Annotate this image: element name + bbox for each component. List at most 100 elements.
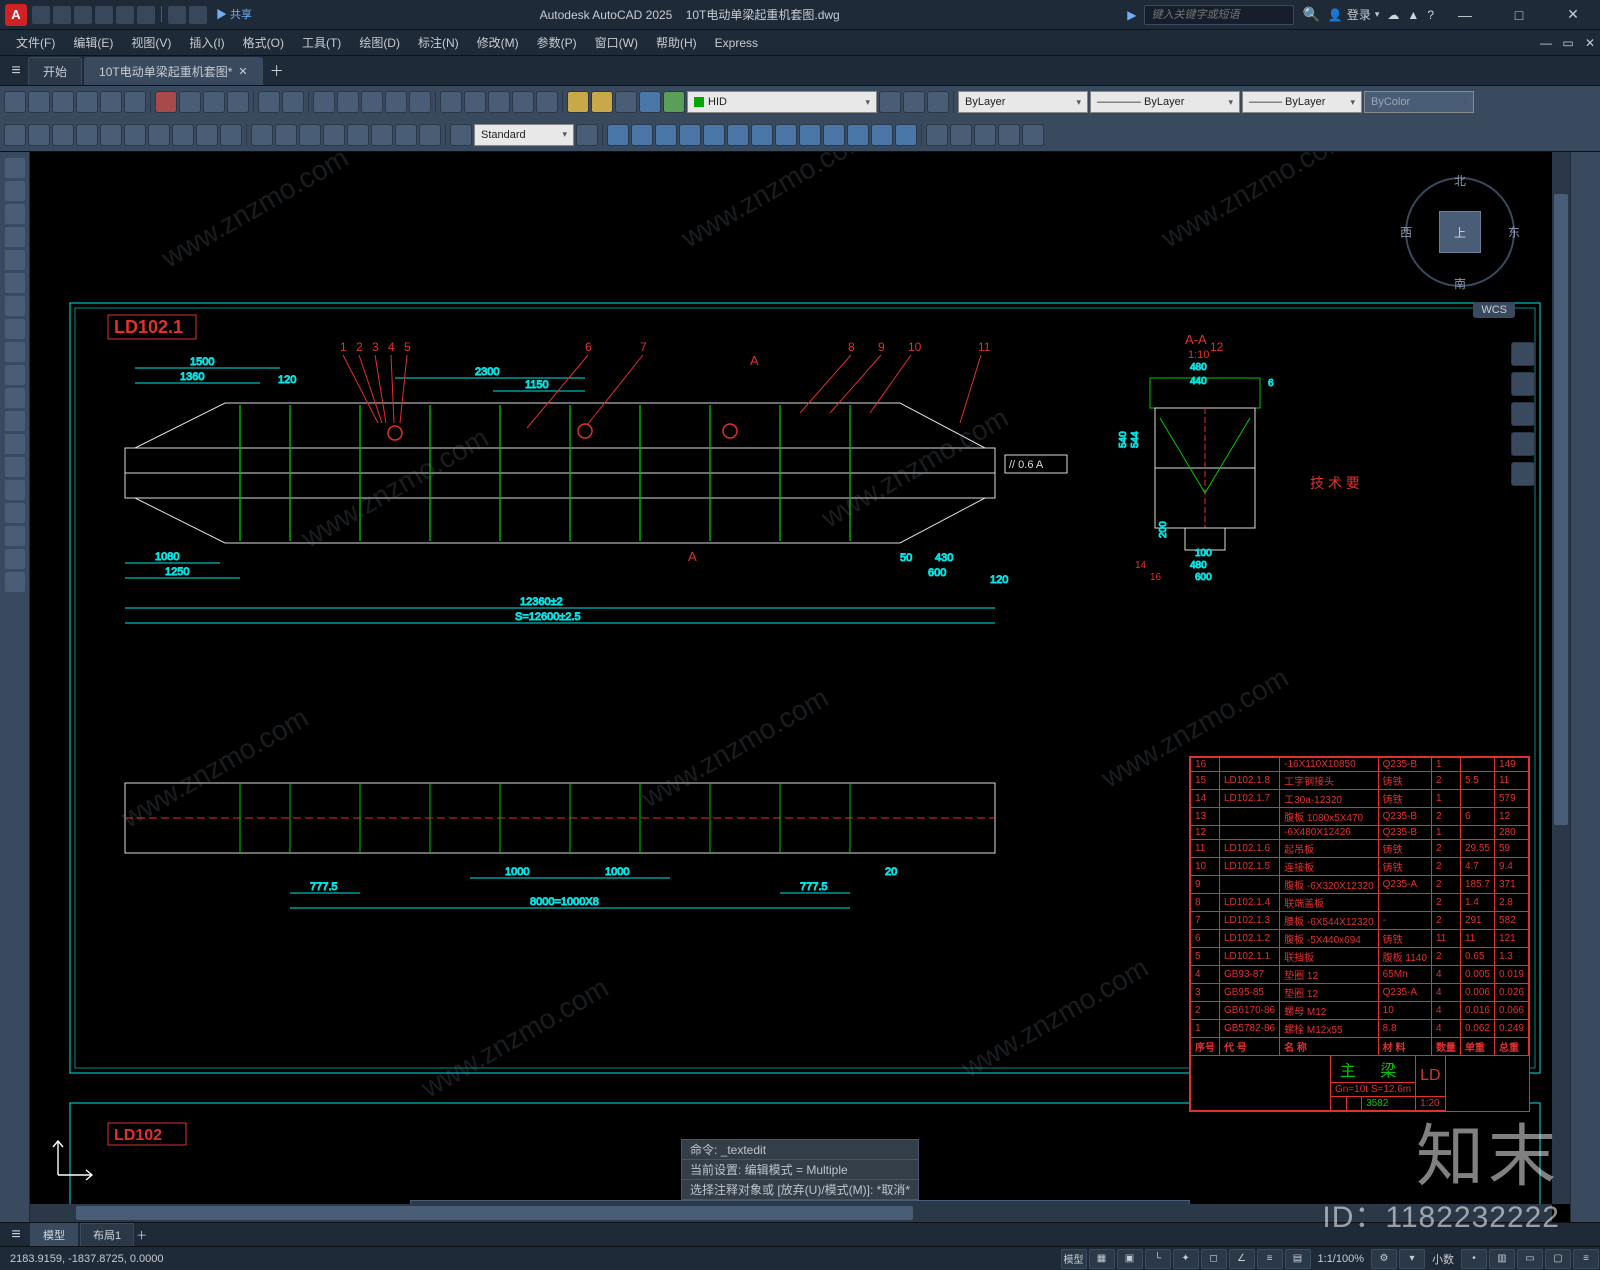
tb-dimlin-icon[interactable] (4, 124, 26, 146)
tb-trim-icon[interactable] (775, 124, 797, 146)
viewcube-east[interactable]: 东 (1508, 224, 1520, 241)
tb-layerlock-icon[interactable] (663, 91, 685, 113)
tb-offset-icon[interactable] (727, 124, 749, 146)
sb-snap-icon[interactable]: ▣ (1117, 1249, 1143, 1269)
help-search-input[interactable] (1144, 5, 1294, 25)
qat-redo-icon[interactable] (189, 6, 207, 24)
scrollbar-vertical[interactable] (1552, 152, 1570, 1204)
tb-explode-icon[interactable] (871, 124, 893, 146)
sb-clean-icon[interactable]: ▢ (1545, 1249, 1571, 1269)
menu-modify[interactable]: 修改(M) (469, 31, 527, 54)
menu-help[interactable]: 帮助(H) (648, 31, 705, 54)
scrollbar-thumb[interactable] (76, 1206, 913, 1220)
sb-ortho-icon[interactable]: └ (1145, 1249, 1171, 1269)
tb-dimqck-icon[interactable] (172, 124, 194, 146)
viewcube[interactable]: 北 南 东 西 上 (1400, 172, 1520, 292)
wcs-indicator[interactable]: WCS (1473, 302, 1515, 318)
sb-lwt-icon[interactable]: ≡ (1257, 1249, 1283, 1269)
tb-zoomwin-icon[interactable] (361, 91, 383, 113)
app-logo[interactable]: A (5, 4, 27, 26)
layout-menu-icon[interactable]: ≡ (4, 1226, 28, 1244)
tool-revcloud-icon[interactable] (5, 319, 25, 339)
sb-units[interactable]: 小数 (1426, 1251, 1460, 1267)
linetype-dropdown[interactable]: ———— ByLayer▾ (1090, 91, 1240, 113)
search-icon[interactable]: 🔍 (1302, 6, 1319, 23)
sb-annoscale[interactable]: 1:1/100% (1312, 1253, 1370, 1265)
tb-dimbase-icon[interactable] (196, 124, 218, 146)
tb-attr-icon[interactable] (998, 124, 1020, 146)
sb-custom-icon[interactable]: ≡ (1573, 1249, 1599, 1269)
tb-tol-icon[interactable] (299, 124, 321, 146)
qat-web-icon[interactable] (116, 6, 134, 24)
menu-format[interactable]: 格式(O) (235, 31, 292, 54)
tool-region-icon[interactable] (5, 503, 25, 523)
tb-print-icon[interactable] (76, 91, 98, 113)
drawing-viewport[interactable]: LD102.1 (30, 152, 1570, 1222)
menu-dim[interactable]: 标注(N) (410, 31, 467, 54)
menu-tools[interactable]: 工具(T) (294, 31, 349, 54)
tb-props-icon[interactable] (440, 91, 462, 113)
nav-showmotion-icon[interactable] (1511, 462, 1535, 486)
qat-open-icon[interactable] (53, 6, 71, 24)
doc-close-button[interactable]: ✕ (1580, 36, 1600, 50)
viewcube-south[interactable]: 南 (1454, 275, 1466, 292)
tool-mtext-icon[interactable] (5, 549, 25, 569)
tb-calc-icon[interactable] (536, 91, 558, 113)
tb-mirror-icon[interactable] (703, 124, 725, 146)
tb-new-icon[interactable] (4, 91, 26, 113)
tb-dimord-icon[interactable] (76, 124, 98, 146)
tb-zoomprev-icon[interactable] (385, 91, 407, 113)
tb-redo-icon[interactable] (282, 91, 304, 113)
tb-undo-icon[interactable] (258, 91, 280, 113)
tb-dimupd-icon[interactable] (450, 124, 472, 146)
add-tab-button[interactable]: ＋ (265, 61, 289, 81)
tb-dimcont-icon[interactable] (220, 124, 242, 146)
tb-dimbrk-icon[interactable] (275, 124, 297, 146)
nav-zoom-icon[interactable] (1511, 402, 1535, 426)
menu-params[interactable]: 参数(P) (529, 31, 585, 54)
tb-save-icon[interactable] (52, 91, 74, 113)
menu-draw[interactable]: 绘图(D) (351, 31, 408, 54)
menu-file[interactable]: 文件(F) (8, 31, 63, 54)
tb-layerfrz-icon[interactable] (639, 91, 661, 113)
menu-view[interactable]: 视图(V) (123, 31, 179, 54)
tb-layeroff-icon[interactable] (615, 91, 637, 113)
dimstyle-dropdown[interactable]: Standard▾ (474, 124, 574, 146)
tab-current-drawing[interactable]: 10T电动单梁起重机套图* ✕ (84, 57, 263, 85)
tb-cen-icon[interactable] (323, 124, 345, 146)
tool-arc-icon[interactable] (5, 273, 25, 293)
tb-open-icon[interactable] (28, 91, 50, 113)
tb-dimalg-icon[interactable] (28, 124, 50, 146)
nav-orbit-icon[interactable] (1511, 432, 1535, 456)
tb-jog-icon[interactable] (371, 124, 393, 146)
app-exchange-icon[interactable]: ☁ (1387, 8, 1399, 22)
tb-tool-icon[interactable] (512, 91, 534, 113)
tb-layermgr-icon[interactable] (879, 91, 901, 113)
menu-window[interactable]: 窗口(W) (587, 31, 646, 54)
sb-otrack-icon[interactable]: ∠ (1229, 1249, 1255, 1269)
sb-osnap-icon[interactable]: ◻ (1201, 1249, 1227, 1269)
tb-move-icon[interactable] (607, 124, 629, 146)
sb-annovis-icon[interactable]: ▾ (1399, 1249, 1425, 1269)
window-close-button[interactable]: ✕ (1550, 1, 1596, 29)
tool-rect-icon[interactable] (5, 250, 25, 270)
tool-addsel-icon[interactable] (5, 572, 25, 592)
tool-hatch-icon[interactable] (5, 457, 25, 477)
sb-monitor-icon[interactable]: ▭ (1517, 1249, 1543, 1269)
tb-extend-icon[interactable] (799, 124, 821, 146)
tb-layer-icon[interactable] (567, 91, 589, 113)
viewcube-north[interactable]: 北 (1454, 172, 1466, 189)
tb-dwgcomp-icon[interactable] (464, 91, 486, 113)
tb-blockedit-icon[interactable] (974, 124, 996, 146)
menu-express[interactable]: Express (707, 33, 766, 53)
tool-pline-icon[interactable] (5, 204, 25, 224)
tool-insert-icon[interactable] (5, 388, 25, 408)
viewcube-west[interactable]: 西 (1400, 224, 1412, 241)
window-maximize-button[interactable]: □ (1496, 1, 1542, 29)
tb-scale-icon[interactable] (679, 124, 701, 146)
qat-new-icon[interactable] (32, 6, 50, 24)
tb-zoom-icon[interactable] (337, 91, 359, 113)
share-button[interactable]: ▶ 共享 (216, 6, 252, 24)
sb-gear-icon[interactable]: ⚙ (1371, 1249, 1397, 1269)
tb-regen-icon[interactable] (409, 91, 431, 113)
